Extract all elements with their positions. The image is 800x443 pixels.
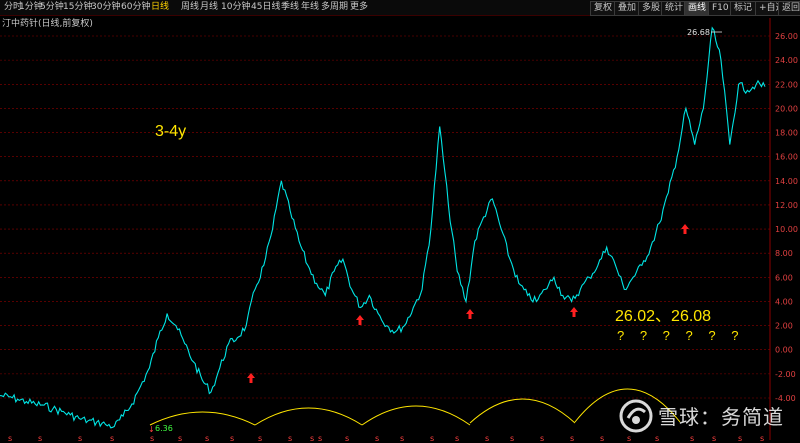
cycle-arc xyxy=(254,407,363,426)
signal-mark: s xyxy=(78,434,82,443)
signal-mark: s xyxy=(570,434,574,443)
buy-arrow-icon xyxy=(570,307,578,317)
signal-mark: s xyxy=(310,434,314,443)
signal-mark: s xyxy=(540,434,544,443)
signal-mark: s xyxy=(455,434,459,443)
y-axis: -4.00-2.000.002.004.006.008.0010.0012.00… xyxy=(769,18,798,440)
signal-mark: s xyxy=(345,434,349,443)
signal-mark: s xyxy=(38,434,42,443)
signal-mark: s xyxy=(258,434,262,443)
y-tick-label: 18.00 xyxy=(775,129,798,138)
cycle-arc xyxy=(361,405,471,426)
cycle-arc xyxy=(469,398,576,424)
high-price-label: 26.68 xyxy=(687,28,710,37)
period-annotation: 3-4y xyxy=(155,123,186,140)
y-tick-label: 26.00 xyxy=(775,32,798,41)
signal-mark: s xyxy=(375,434,379,443)
y-tick-label: 22.00 xyxy=(775,80,798,89)
signal-mark: s xyxy=(205,434,209,443)
signal-mark: s xyxy=(430,434,434,443)
y-tick-label: 24.00 xyxy=(775,56,798,65)
y-tick-label: 14.00 xyxy=(775,177,798,186)
buy-arrow-icon xyxy=(681,224,689,234)
target-price-annotation: 26.02、26.08 xyxy=(615,308,711,325)
y-tick-label: 20.00 xyxy=(775,104,798,113)
buy-arrows xyxy=(247,224,689,383)
y-tick-label: 10.00 xyxy=(775,225,798,234)
signal-mark: s xyxy=(288,434,292,443)
signal-mark: s xyxy=(400,434,404,443)
y-tick-label: 8.00 xyxy=(775,249,793,258)
signal-mark: s xyxy=(600,434,604,443)
y-tick-label: 16.00 xyxy=(775,153,798,162)
price-chart[interactable]: -4.00-2.000.002.004.006.008.0010.0012.00… xyxy=(0,0,800,443)
y-tick-label: 0.00 xyxy=(775,346,793,355)
y-tick-label: 4.00 xyxy=(775,297,793,306)
watermark-text: 雪球：务简道 xyxy=(658,405,784,429)
low-arrow-marker: ↓ xyxy=(148,425,155,434)
y-tick-label: -2.00 xyxy=(775,370,796,379)
signal-mark: s xyxy=(110,434,114,443)
xueqiu-watermark: 雪球：务简道 xyxy=(618,396,798,436)
signal-mark: s xyxy=(230,434,234,443)
question-marks-annotation: ? ? ? ? ? ? xyxy=(617,328,744,343)
cycle-arcs xyxy=(149,388,681,426)
low-price-label: 6.36 xyxy=(155,424,173,433)
y-tick-label: 6.00 xyxy=(775,273,793,282)
signal-mark: s xyxy=(318,434,322,443)
y-tick-label: 12.00 xyxy=(775,201,798,210)
signal-mark: s xyxy=(8,434,12,443)
buy-arrow-icon xyxy=(247,373,255,383)
buy-arrow-icon xyxy=(466,309,474,319)
buy-arrow-icon xyxy=(356,315,364,325)
signal-mark: s xyxy=(150,434,154,443)
signal-mark: s xyxy=(510,434,514,443)
price-series xyxy=(0,26,766,429)
chart-grid xyxy=(0,35,770,399)
xueqiu-logo-icon xyxy=(619,399,653,433)
signal-mark: s xyxy=(485,434,489,443)
signal-mark: s xyxy=(178,434,182,443)
y-tick-label: 2.00 xyxy=(775,322,793,331)
price-line xyxy=(0,26,766,429)
